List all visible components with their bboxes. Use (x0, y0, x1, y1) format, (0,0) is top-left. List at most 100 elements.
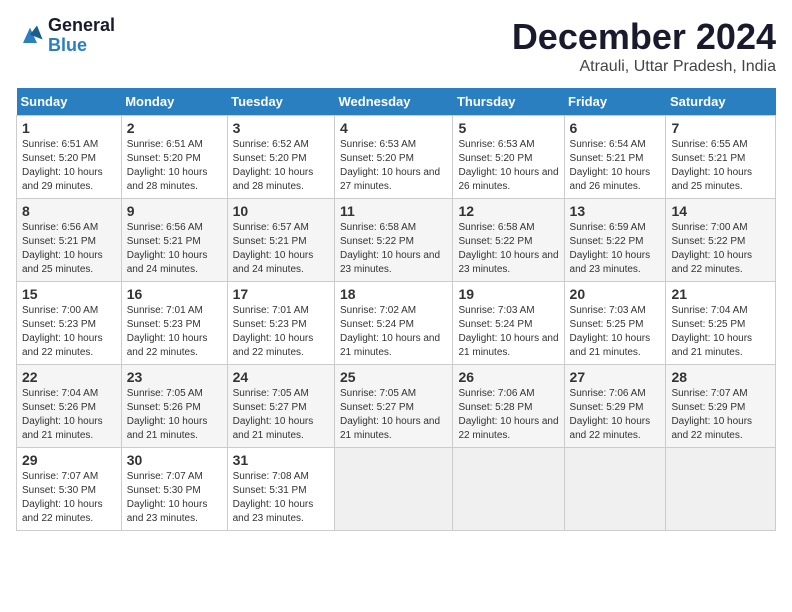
day-info: Sunrise: 6:55 AMSunset: 5:21 PMDaylight:… (671, 138, 770, 194)
day-number: 30 (127, 452, 222, 468)
day-of-week-wednesday: Wednesday (334, 88, 452, 116)
day-info: Sunrise: 6:56 AMSunset: 5:21 PMDaylight:… (127, 221, 222, 277)
day-number: 26 (458, 369, 558, 385)
calendar-cell: 5 Sunrise: 6:53 AMSunset: 5:20 PMDaylight… (453, 116, 564, 199)
day-number: 3 (233, 120, 329, 136)
day-number: 20 (570, 286, 661, 302)
day-number: 31 (233, 452, 329, 468)
day-number: 27 (570, 369, 661, 385)
day-info: Sunrise: 7:07 AMSunset: 5:30 PMDaylight:… (22, 470, 116, 526)
logo-text: General Blue (48, 16, 115, 56)
day-number: 24 (233, 369, 329, 385)
calendar-cell: 16Sunrise: 7:01 AMSunset: 5:23 PMDayligh… (121, 282, 227, 365)
calendar-cell: 20 Sunrise: 7:03 AMSunset: 5:25 PMDayligh… (564, 282, 666, 365)
day-info: Sunrise: 6:52 AMSunset: 5:20 PMDaylight:… (233, 138, 329, 194)
day-number: 16 (127, 286, 222, 302)
calendar-cell: 28 Sunrise: 7:07 AMSunset: 5:29 PMDayligh… (666, 365, 776, 448)
day-number: 17 (233, 286, 329, 302)
day-number: 7 (671, 120, 770, 136)
day-info: Sunrise: 6:53 AMSunset: 5:20 PMDaylight:… (458, 138, 558, 194)
day-info: Sunrise: 6:58 AMSunset: 5:22 PMDaylight:… (458, 221, 558, 277)
day-info: Sunrise: 7:08 AMSunset: 5:31 PMDaylight:… (233, 470, 329, 526)
day-number: 2 (127, 120, 222, 136)
calendar-cell (334, 448, 452, 531)
day-of-week-tuesday: Tuesday (227, 88, 334, 116)
day-number: 8 (22, 203, 116, 219)
day-info: Sunrise: 6:51 AMSunset: 5:20 PMDaylight:… (22, 138, 116, 194)
calendar-cell: 9 Sunrise: 6:56 AMSunset: 5:21 PMDaylight… (121, 199, 227, 282)
day-number: 25 (340, 369, 447, 385)
day-info: Sunrise: 7:00 AMSunset: 5:22 PMDaylight:… (671, 221, 770, 277)
calendar-cell: 19 Sunrise: 7:03 AMSunset: 5:24 PMDayligh… (453, 282, 564, 365)
day-of-week-saturday: Saturday (666, 88, 776, 116)
calendar-cell: 1 Sunrise: 6:51 AMSunset: 5:20 PMDaylight… (17, 116, 122, 199)
day-number: 23 (127, 369, 222, 385)
logo: General Blue (16, 16, 115, 56)
main-title: December 2024 (512, 16, 776, 58)
calendar-cell: 8 Sunrise: 6:56 AMSunset: 5:21 PMDaylight… (17, 199, 122, 282)
calendar-cell (453, 448, 564, 531)
day-number: 19 (458, 286, 558, 302)
calendar-cell: 29 Sunrise: 7:07 AMSunset: 5:30 PMDayligh… (17, 448, 122, 531)
day-of-week-thursday: Thursday (453, 88, 564, 116)
calendar-cell: 25 Sunrise: 7:05 AMSunset: 5:27 PMDayligh… (334, 365, 452, 448)
day-number: 12 (458, 203, 558, 219)
calendar-cell: 13 Sunrise: 6:59 AMSunset: 5:22 PMDayligh… (564, 199, 666, 282)
calendar-cell: 10 Sunrise: 6:57 AMSunset: 5:21 PMDayligh… (227, 199, 334, 282)
day-info: Sunrise: 7:03 AMSunset: 5:25 PMDaylight:… (570, 304, 661, 360)
page-header: General Blue December 2024 Atrauli, Utta… (16, 16, 776, 76)
day-number: 1 (22, 120, 116, 136)
day-number: 15 (22, 286, 116, 302)
day-info: Sunrise: 6:54 AMSunset: 5:21 PMDaylight:… (570, 138, 661, 194)
day-info: Sunrise: 7:05 AMSunset: 5:27 PMDaylight:… (340, 387, 447, 443)
calendar-cell: 21 Sunrise: 7:04 AMSunset: 5:25 PMDayligh… (666, 282, 776, 365)
calendar-cell: 6 Sunrise: 6:54 AMSunset: 5:21 PMDaylight… (564, 116, 666, 199)
calendar-cell: 17 Sunrise: 7:01 AMSunset: 5:23 PMDayligh… (227, 282, 334, 365)
day-info: Sunrise: 6:53 AMSunset: 5:20 PMDaylight:… (340, 138, 447, 194)
calendar-cell: 7 Sunrise: 6:55 AMSunset: 5:21 PMDaylight… (666, 116, 776, 199)
day-number: 29 (22, 452, 116, 468)
day-info: Sunrise: 6:59 AMSunset: 5:22 PMDaylight:… (570, 221, 661, 277)
day-number: 21 (671, 286, 770, 302)
logo-icon (16, 22, 44, 50)
day-number: 28 (671, 369, 770, 385)
day-info: Sunrise: 6:56 AMSunset: 5:21 PMDaylight:… (22, 221, 116, 277)
day-info: Sunrise: 7:05 AMSunset: 5:27 PMDaylight:… (233, 387, 329, 443)
day-number: 14 (671, 203, 770, 219)
calendar-cell (564, 448, 666, 531)
calendar-cell: 23Sunrise: 7:05 AMSunset: 5:26 PMDayligh… (121, 365, 227, 448)
calendar-cell: 3 Sunrise: 6:52 AMSunset: 5:20 PMDaylight… (227, 116, 334, 199)
calendar-cell: 18 Sunrise: 7:02 AMSunset: 5:24 PMDayligh… (334, 282, 452, 365)
day-info: Sunrise: 7:06 AMSunset: 5:29 PMDaylight:… (570, 387, 661, 443)
day-number: 18 (340, 286, 447, 302)
day-info: Sunrise: 7:02 AMSunset: 5:24 PMDaylight:… (340, 304, 447, 360)
calendar-cell: 26 Sunrise: 7:06 AMSunset: 5:28 PMDayligh… (453, 365, 564, 448)
day-info: Sunrise: 7:07 AMSunset: 5:30 PMDaylight:… (127, 470, 222, 526)
day-info: Sunrise: 7:04 AMSunset: 5:25 PMDaylight:… (671, 304, 770, 360)
calendar-cell: 22Sunrise: 7:04 AMSunset: 5:26 PMDayligh… (17, 365, 122, 448)
day-number: 9 (127, 203, 222, 219)
day-info: Sunrise: 6:58 AMSunset: 5:22 PMDaylight:… (340, 221, 447, 277)
calendar-table: SundayMondayTuesdayWednesdayThursdayFrid… (16, 88, 776, 531)
day-number: 13 (570, 203, 661, 219)
day-number: 11 (340, 203, 447, 219)
day-of-week-monday: Monday (121, 88, 227, 116)
day-number: 6 (570, 120, 661, 136)
calendar-cell: 2 Sunrise: 6:51 AMSunset: 5:20 PMDaylight… (121, 116, 227, 199)
day-number: 5 (458, 120, 558, 136)
calendar-cell: 30 Sunrise: 7:07 AMSunset: 5:30 PMDayligh… (121, 448, 227, 531)
day-number: 10 (233, 203, 329, 219)
day-info: Sunrise: 6:51 AMSunset: 5:20 PMDaylight:… (127, 138, 222, 194)
day-info: Sunrise: 7:06 AMSunset: 5:28 PMDaylight:… (458, 387, 558, 443)
day-info: Sunrise: 7:07 AMSunset: 5:29 PMDaylight:… (671, 387, 770, 443)
day-of-week-sunday: Sunday (17, 88, 122, 116)
day-info: Sunrise: 7:01 AMSunset: 5:23 PMDaylight:… (233, 304, 329, 360)
calendar-cell (666, 448, 776, 531)
day-number: 22 (22, 369, 116, 385)
day-number: 4 (340, 120, 447, 136)
day-of-week-friday: Friday (564, 88, 666, 116)
calendar-cell: 31 Sunrise: 7:08 AMSunset: 5:31 PMDayligh… (227, 448, 334, 531)
calendar-cell: 24 Sunrise: 7:05 AMSunset: 5:27 PMDayligh… (227, 365, 334, 448)
day-info: Sunrise: 6:57 AMSunset: 5:21 PMDaylight:… (233, 221, 329, 277)
day-info: Sunrise: 7:03 AMSunset: 5:24 PMDaylight:… (458, 304, 558, 360)
